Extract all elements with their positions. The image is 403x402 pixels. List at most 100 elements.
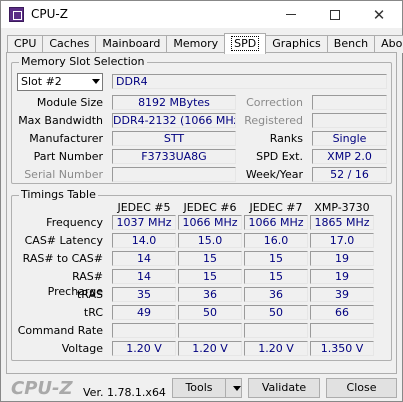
close-button[interactable]: Close (326, 378, 397, 398)
memory-type-value: DDR4 (112, 74, 387, 89)
minimize-icon (286, 14, 296, 15)
timings-cell: 50 (178, 305, 242, 320)
timings-cell: 66 (310, 305, 374, 320)
maximize-button[interactable] (313, 1, 357, 28)
tab-label: Mainboard (102, 37, 161, 50)
validate-button[interactable]: Validate (248, 378, 320, 398)
tab-label: SPD (231, 36, 260, 51)
timings-cell: 1.20 V (112, 341, 176, 356)
ranks-label: Ranks (269, 132, 303, 145)
minimize-button[interactable] (269, 1, 313, 28)
timings-cell: 15 (178, 269, 242, 284)
tab-spd[interactable]: SPD (224, 33, 267, 54)
slot-select-value: Slot #2 (21, 75, 62, 88)
serial-number-value (112, 167, 236, 182)
correction-value (312, 95, 387, 110)
registered-value (312, 113, 387, 128)
part-number-value: F3733UA8G (112, 149, 236, 164)
module-size-label: Module Size (36, 96, 103, 109)
close-button-label: Close (346, 381, 377, 394)
timings-cell: 16.0 (244, 233, 308, 248)
correction-label: Correction (246, 96, 303, 109)
timings-table-group-title: Timings Table (19, 188, 98, 201)
timings-cell: 14.0 (112, 233, 176, 248)
timings-cell (310, 323, 374, 338)
timings-cell: 17.0 (310, 233, 374, 248)
tab-label: About (381, 37, 403, 50)
timings-cell: 1066 MHz (178, 215, 242, 230)
window-title: CPU-Z (31, 7, 68, 21)
timings-cell (112, 323, 176, 338)
timings-cell: 1066 MHz (244, 215, 308, 230)
timings-cell (178, 323, 242, 338)
timings-cell: 1.350 V (310, 341, 374, 356)
cpuz-logo: CPU-Z (11, 378, 73, 399)
timings-cell: 1.20 V (244, 341, 308, 356)
tab-about[interactable]: About (374, 35, 403, 53)
timings-cell: 1865 MHz (310, 215, 374, 230)
max-bandwidth-value: DDR4-2132 (1066 MHz) (112, 113, 236, 128)
tab-caches[interactable]: Caches (42, 35, 97, 53)
close-window-button[interactable]: ✕ (357, 1, 401, 28)
spd-ext-value: XMP 2.0 (312, 149, 387, 164)
close-icon: ✕ (372, 5, 386, 24)
timings-cell: 14 (112, 251, 176, 266)
serial-number-label: Serial Number (24, 168, 103, 181)
timings-cell: 1037 MHz (112, 215, 176, 230)
tab-bench[interactable]: Bench (326, 35, 376, 53)
registered-label: Registered (244, 114, 303, 127)
tab-label: CPU (14, 37, 37, 50)
timings-row-label: Frequency (46, 216, 103, 229)
timings-cell: 50 (244, 305, 308, 320)
tools-button-label: Tools (185, 381, 213, 394)
timings-column-header: JEDEC #6 (183, 201, 237, 214)
timings-cell: 15 (178, 251, 242, 266)
spd-ext-label: SPD Ext. (256, 150, 303, 163)
chevron-down-icon (233, 386, 241, 391)
manufacturer-value: STT (112, 131, 236, 146)
timings-cell: 19 (310, 269, 374, 284)
timings-column-header: JEDEC #7 (249, 201, 303, 214)
maximize-icon (330, 9, 340, 20)
part-number-label: Part Number (33, 150, 103, 163)
timings-row-label: RAS# to CAS# (22, 252, 103, 265)
timings-cell: 15.0 (178, 233, 242, 248)
tab-mainboard[interactable]: Mainboard (95, 35, 168, 53)
manufacturer-label: Manufacturer (29, 132, 103, 145)
cpuz-window: CPU-Z ✕ CPU Caches Mainboard Memory SPD Graph… (0, 0, 403, 402)
timings-row-label: CAS# Latency (24, 234, 103, 247)
timings-row-label: tRAS (76, 288, 103, 301)
cpuz-app-icon (9, 7, 24, 22)
tab-bar: CPU Caches Mainboard Memory SPD Graphics Bench… (7, 33, 403, 54)
timings-cell: 15 (244, 269, 308, 284)
tab-graphics[interactable]: Graphics (265, 35, 328, 53)
timings-cell: 19 (310, 251, 374, 266)
slot-select[interactable]: Slot #2 (17, 73, 103, 91)
timings-column-header: XMP-3730 (314, 201, 370, 214)
timings-row-label: Voltage (61, 342, 103, 355)
tab-label: Caches (49, 37, 90, 50)
title-bar[interactable]: CPU-Z ✕ (1, 1, 402, 28)
validate-button-label: Validate (261, 381, 307, 394)
module-size-value: 8192 MBytes (112, 95, 236, 110)
timings-cell (244, 323, 308, 338)
ranks-value: Single (312, 131, 387, 146)
timings-cell: 36 (178, 287, 242, 302)
tools-button[interactable]: Tools (172, 378, 226, 398)
timings-cell: 15 (244, 251, 308, 266)
tab-memory[interactable]: Memory (166, 35, 226, 53)
timings-row-label: tRC (83, 306, 103, 319)
timings-cell: 36 (244, 287, 308, 302)
timings-cell: 49 (112, 305, 176, 320)
timings-cell: 39 (310, 287, 374, 302)
version-text: Ver. 1.78.1.x64 (83, 386, 166, 399)
tab-cpu[interactable]: CPU (7, 35, 44, 53)
memory-slot-group-title: Memory Slot Selection (19, 55, 147, 68)
timings-column-header: JEDEC #5 (117, 201, 171, 214)
tab-label: Bench (333, 37, 369, 50)
chevron-down-icon (92, 79, 100, 84)
timings-cell: 35 (112, 287, 176, 302)
timings-row-label: Command Rate (17, 324, 103, 337)
week-year-value: 52 / 16 (312, 167, 387, 182)
week-year-label: Week/Year (245, 168, 303, 181)
